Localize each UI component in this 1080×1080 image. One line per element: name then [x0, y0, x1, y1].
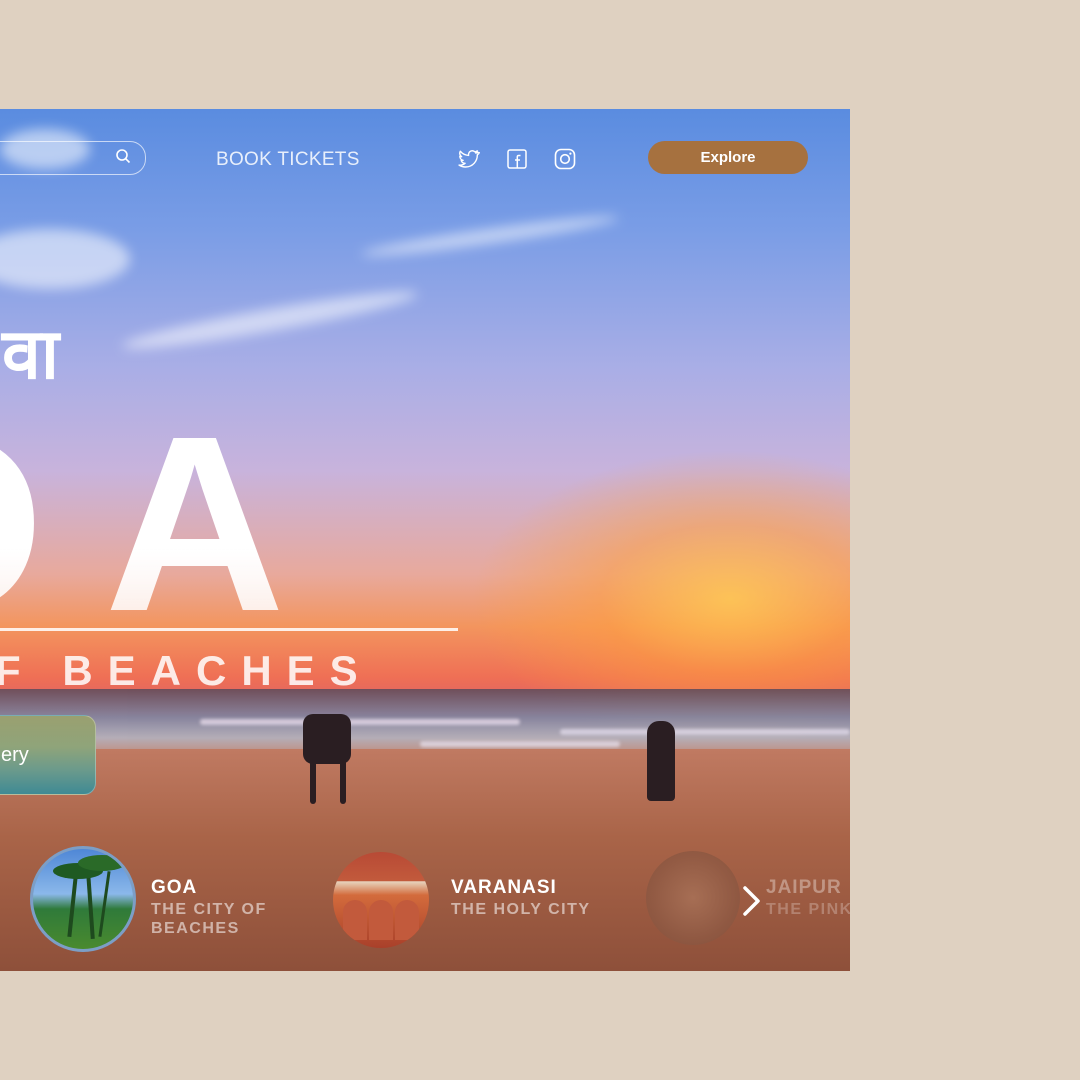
destination-subtitle-jaipur: THE PINK — [766, 901, 850, 918]
cow-silhouette — [303, 714, 351, 764]
chevron-right-icon[interactable] — [740, 884, 764, 918]
destination-title-goa[interactable]: GOA — [151, 877, 197, 899]
destination-title-varanasi[interactable]: VARANASI — [451, 877, 557, 899]
destination-subtitle-goa: THE CITY OF BEACHES — [151, 901, 267, 937]
search-icon[interactable] — [115, 148, 131, 164]
book-tickets-link[interactable]: BOOK TICKETS — [216, 149, 360, 171]
gallery-button[interactable]: ery — [0, 715, 96, 795]
explore-button[interactable]: Explore — [648, 141, 808, 174]
cloud — [0, 229, 130, 289]
varanasi-thumbnail[interactable] — [333, 852, 429, 948]
cloud — [120, 283, 420, 357]
cloud — [360, 210, 620, 262]
instagram-icon[interactable] — [553, 147, 577, 171]
destination-subtitle-varanasi: THE HOLY CITY — [451, 901, 591, 918]
couple-silhouette — [647, 721, 675, 801]
hindi-title: वा — [2, 313, 60, 395]
beach-sand — [0, 749, 850, 971]
hero-card: BOOK TICKETS Explore वा OA F BEACHES ery… — [0, 109, 850, 971]
destination-title-jaipur[interactable]: JAIPUR — [766, 877, 842, 899]
search-input[interactable] — [0, 141, 146, 175]
gallery-label: ery — [1, 744, 29, 766]
facebook-icon[interactable] — [505, 147, 529, 171]
twitter-icon[interactable] — [456, 147, 480, 171]
jaipur-thumbnail[interactable] — [646, 851, 740, 945]
destination-subtitle: F BEACHES — [0, 647, 373, 694]
destination-title: OA — [0, 399, 345, 649]
title-divider — [0, 628, 458, 631]
goa-thumbnail[interactable] — [30, 846, 136, 952]
